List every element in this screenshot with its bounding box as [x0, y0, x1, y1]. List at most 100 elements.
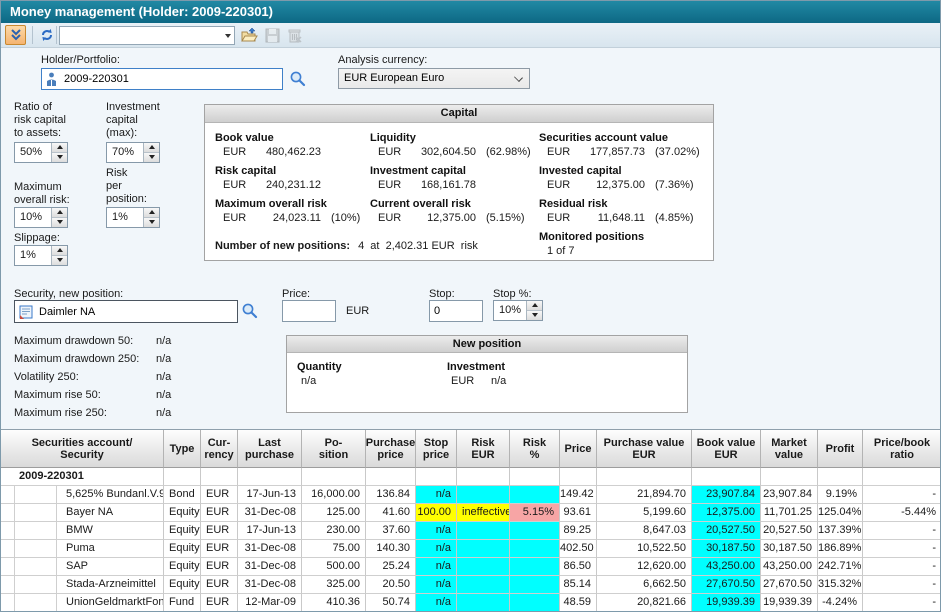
table-header-cell[interactable]: Market value	[761, 430, 818, 468]
capital-item-book-value: Book value EUR480,462.23	[215, 131, 370, 160]
toolbar	[1, 23, 940, 48]
toolbar-combobox-input[interactable]	[62, 28, 222, 43]
ratio-risk-capital-label: Ratio of risk capital to assets:	[14, 101, 66, 140]
table-cell: 140.30	[366, 540, 416, 558]
table-row[interactable]: Stada-ArzneimittelEquityEUR31-Dec-08325.…	[1, 576, 941, 594]
table-header-cell[interactable]: Risk EUR	[457, 430, 510, 468]
table-cell: 31-Dec-08	[238, 540, 302, 558]
table-cell: 48.59	[560, 594, 597, 612]
save-button[interactable]	[262, 26, 282, 45]
table-cell: 125.04%	[818, 504, 863, 522]
risk-per-position-label: Risk per position:	[106, 167, 147, 206]
table-cell: 50.74	[366, 594, 416, 612]
table-cell	[416, 468, 457, 486]
slippage-spinner[interactable]: 1%	[14, 245, 68, 266]
holder-value-input[interactable]	[64, 70, 274, 88]
maximum-overall-risk-spinner[interactable]: 10%	[14, 207, 68, 228]
spin-up-button[interactable]	[144, 208, 159, 218]
table-header-cell[interactable]: Risk %	[510, 430, 560, 468]
table-header-cell[interactable]: Price/book ratio	[863, 430, 941, 468]
spin-down-button[interactable]	[52, 256, 67, 266]
analysis-currency-select[interactable]: EUR European Euro	[338, 68, 530, 89]
table-cell: 23,907.84	[761, 486, 818, 504]
toolbar-combobox[interactable]	[59, 26, 235, 45]
stop-input[interactable]	[429, 300, 483, 322]
table-cell: -	[863, 540, 941, 558]
table-cell: -5.44%	[863, 504, 941, 522]
table-row[interactable]: 5,625% Bundanl.V.98/01.28BondEUR17-Jun-1…	[1, 486, 941, 504]
table-cell: 86.50	[560, 558, 597, 576]
maximum-overall-risk-label: Maximum overall risk:	[14, 181, 70, 207]
spin-down-button[interactable]	[52, 218, 67, 228]
holder-search-button[interactable]	[289, 70, 306, 90]
table-row[interactable]: BMWEquityEUR17-Jun-13230.0037.60n/a89.25…	[1, 522, 941, 540]
spin-up-button[interactable]	[527, 301, 542, 311]
table-cell: 75.00	[302, 540, 366, 558]
price-input[interactable]	[282, 300, 336, 322]
table-row[interactable]: SAPEquityEUR31-Dec-08500.0025.24n/a86.50…	[1, 558, 941, 576]
table-group-row[interactable]: 2009-220301	[1, 468, 941, 486]
table-header-cell[interactable]: Purchase value EUR	[597, 430, 692, 468]
table-cell	[457, 558, 510, 576]
table-header-cell[interactable]: Price	[560, 430, 597, 468]
security-value-input[interactable]	[39, 303, 234, 321]
open-folder-icon	[241, 28, 258, 43]
spin-down-button[interactable]	[52, 153, 67, 163]
collapse-panel-button[interactable]	[5, 25, 26, 45]
table-row[interactable]: PumaEquityEUR31-Dec-0875.00140.30n/a402.…	[1, 540, 941, 558]
table-header-cell[interactable]: Securities account/ Security	[1, 430, 164, 468]
table-cell: Puma	[1, 540, 164, 558]
ratio-risk-capital-spinner[interactable]: 50%	[14, 142, 68, 163]
spin-down-button[interactable]	[144, 153, 159, 163]
table-cell	[366, 468, 416, 486]
spin-down-button[interactable]	[144, 218, 159, 228]
open-button[interactable]	[239, 26, 259, 45]
new-position-panel: New position Quantity n/a Investment EUR…	[286, 335, 688, 413]
table-header-cell[interactable]: Purchase price	[366, 430, 416, 468]
table-cell: 10,522.50	[597, 540, 692, 558]
positions-table: Securities account/ SecurityTypeCur- ren…	[1, 429, 941, 612]
delete-button[interactable]	[284, 26, 304, 45]
table-header-cell[interactable]: Po- sition	[302, 430, 366, 468]
table-cell: 410.36	[302, 594, 366, 612]
table-header-cell[interactable]: Type	[164, 430, 201, 468]
table-cell: 37.60	[366, 522, 416, 540]
capital-panel: Capital Book value EUR480,462.23 Risk ca…	[204, 104, 714, 261]
risk-per-position-spinner[interactable]: 1%	[106, 207, 160, 228]
spin-up-button[interactable]	[52, 143, 67, 153]
table-cell: Equity	[164, 504, 201, 522]
table-cell	[692, 468, 761, 486]
table-header-cell[interactable]: Book value EUR	[692, 430, 761, 468]
table-cell	[510, 522, 560, 540]
table-cell: 27,670.50	[692, 576, 761, 594]
refresh-button[interactable]	[36, 25, 57, 45]
security-search-button[interactable]	[241, 302, 258, 322]
table-header-cell[interactable]: Stop price	[416, 430, 457, 468]
table-cell: Equity	[164, 540, 201, 558]
table-cell: 31-Dec-08	[238, 504, 302, 522]
table-cell: 30,187.50	[692, 540, 761, 558]
holder-input[interactable]	[41, 68, 283, 90]
table-row[interactable]: UnionGeldmarktFondsFundEUR12-Mar-09410.3…	[1, 594, 941, 612]
window-title: Money management (Holder: 2009-220301)	[1, 1, 940, 23]
table-cell: EUR	[201, 576, 238, 594]
table-cell	[510, 594, 560, 612]
table-cell	[510, 540, 560, 558]
spin-up-button[interactable]	[52, 246, 67, 256]
table-header-cell[interactable]: Last purchase	[238, 430, 302, 468]
table-cell	[510, 468, 560, 486]
investment-capital-max-spinner[interactable]: 70%	[106, 142, 160, 163]
spin-down-button[interactable]	[527, 311, 542, 321]
table-cell	[510, 558, 560, 576]
spin-up-button[interactable]	[144, 143, 159, 153]
capital-item-residual-risk: Residual risk EUR11,648.11(4.85%)	[539, 197, 709, 226]
security-input[interactable]	[14, 300, 238, 323]
table-cell: 89.25	[560, 522, 597, 540]
spin-up-button[interactable]	[52, 208, 67, 218]
dropdown-arrow-icon[interactable]	[225, 34, 231, 38]
table-cell: 20,527.50	[692, 522, 761, 540]
table-header-cell[interactable]: Profit	[818, 430, 863, 468]
table-row[interactable]: Bayer NAEquityEUR31-Dec-08125.0041.60100…	[1, 504, 941, 522]
stop-percent-spinner[interactable]: 10%	[493, 300, 543, 321]
table-header-cell[interactable]: Cur- rency	[201, 430, 238, 468]
